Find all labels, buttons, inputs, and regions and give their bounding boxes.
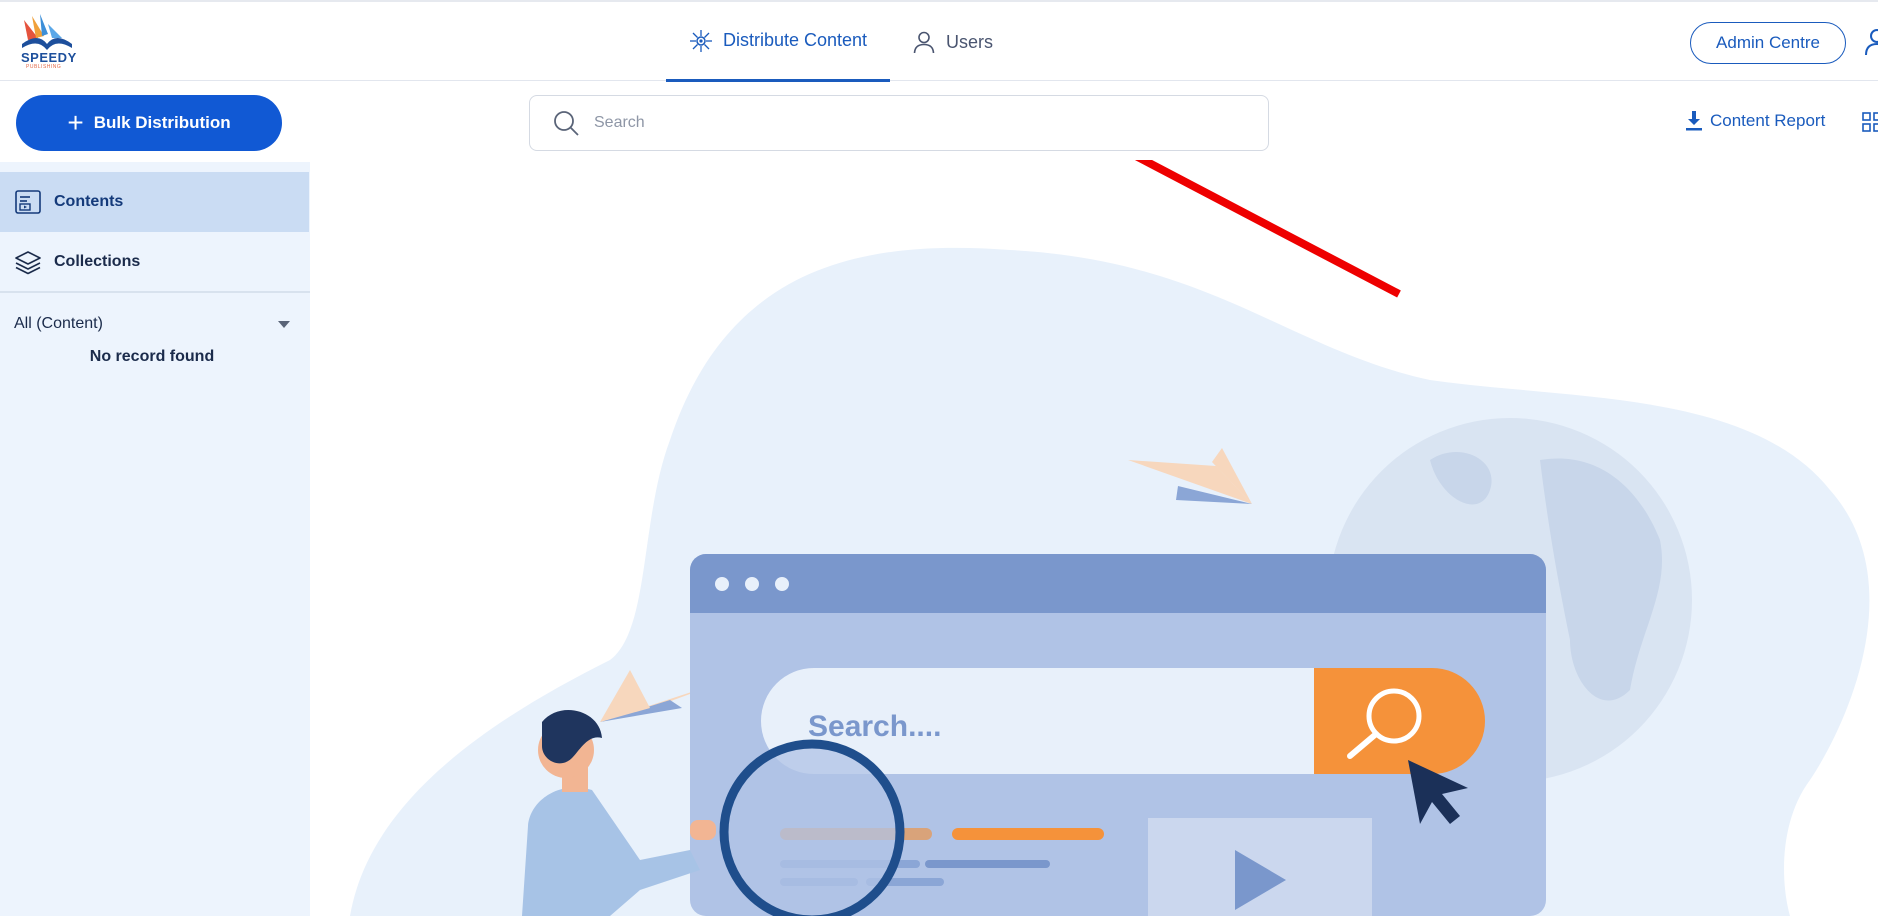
sidebar: + Bulk Distribution Contents Collections… bbox=[0, 82, 310, 916]
bulk-action-area: + Bulk Distribution bbox=[0, 82, 310, 162]
top-navigation-bar: SPEEDY PUBLISHING Distribute Content Use… bbox=[0, 0, 1878, 82]
sidebar-item-contents[interactable]: Contents bbox=[0, 172, 309, 232]
search-bar[interactable] bbox=[529, 95, 1269, 151]
logo-subtext: PUBLISHING bbox=[26, 64, 62, 70]
profile-icon[interactable] bbox=[1864, 28, 1878, 56]
sidebar-divider bbox=[0, 291, 310, 293]
search-icon bbox=[554, 111, 579, 136]
caret-down-icon bbox=[278, 320, 290, 328]
search-input[interactable] bbox=[594, 114, 1214, 132]
sidebar-item-label: Contents bbox=[54, 193, 124, 210]
illustration-search-text: Search.... bbox=[808, 710, 941, 743]
empty-state-text: No record found bbox=[89, 348, 215, 365]
bulk-distribution-button[interactable]: + Bulk Distribution bbox=[16, 95, 282, 151]
plus-icon: + bbox=[67, 107, 84, 138]
sidebar-item-collections[interactable]: Collections bbox=[0, 232, 309, 292]
tab-users[interactable]: Users bbox=[912, 2, 1022, 82]
user-icon bbox=[913, 31, 935, 54]
tab-label: Distribute Content bbox=[722, 30, 868, 50]
content-filter-dropdown[interactable]: All (Content) bbox=[14, 312, 294, 336]
logo-wordmark: SPEEDY bbox=[21, 50, 77, 65]
empty-state-illustration: Search.... bbox=[350, 160, 1870, 916]
network-icon bbox=[689, 29, 712, 52]
speedy-publishing-logo[interactable]: SPEEDY PUBLISHING bbox=[18, 14, 76, 72]
bulk-distribution-label: Bulk Distribution bbox=[93, 113, 231, 132]
layers-icon bbox=[15, 251, 41, 275]
download-icon bbox=[1686, 111, 1702, 131]
sidebar-item-label: Collections bbox=[54, 253, 141, 270]
content-report-link[interactable]: Content Report bbox=[1684, 110, 1825, 132]
content-report-label: Content Report bbox=[1710, 111, 1826, 130]
tab-distribute-content[interactable]: Distribute Content bbox=[666, 2, 890, 82]
admin-centre-button[interactable]: Admin Centre bbox=[1690, 22, 1846, 64]
filter-label: All (Content) bbox=[14, 315, 103, 332]
grid-view-icon[interactable] bbox=[1862, 112, 1878, 132]
tab-label: Users bbox=[946, 31, 994, 52]
contents-icon bbox=[15, 190, 41, 214]
